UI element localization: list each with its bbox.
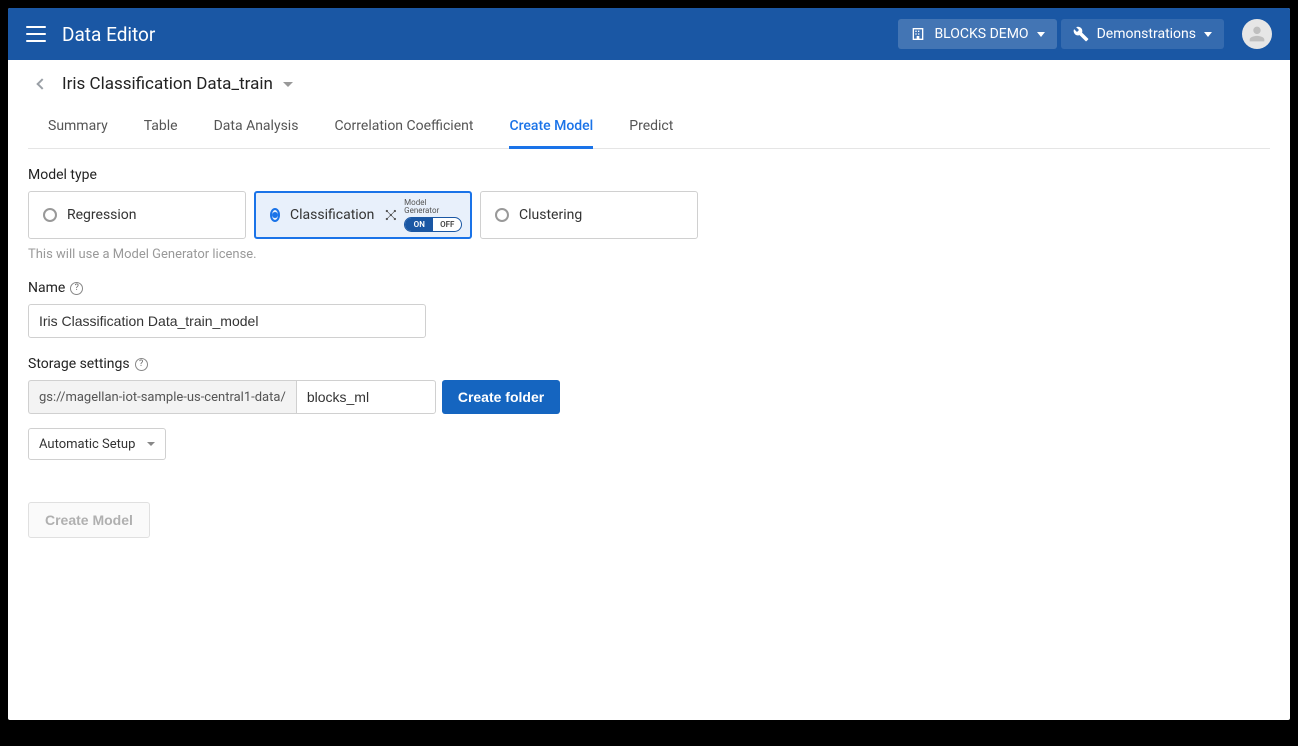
name-label: Name ? bbox=[28, 280, 1270, 296]
setup-select-value: Automatic Setup bbox=[39, 437, 135, 452]
name-input[interactable] bbox=[28, 304, 426, 338]
demos-label: Demonstrations bbox=[1097, 26, 1196, 42]
project-selector[interactable]: BLOCKS DEMO bbox=[898, 19, 1056, 49]
radio-icon bbox=[270, 208, 280, 222]
storage-folder-input[interactable] bbox=[296, 380, 436, 414]
mg-label: Model Generator bbox=[404, 199, 462, 215]
breadcrumb-title: Iris Classification Data_train bbox=[62, 74, 273, 94]
topbar-right: BLOCKS DEMO Demonstrations bbox=[898, 19, 1272, 49]
project-label: BLOCKS DEMO bbox=[934, 26, 1028, 42]
tab-summary[interactable]: Summary bbox=[48, 108, 108, 148]
tab-table[interactable]: Table bbox=[144, 108, 178, 148]
storage-row: gs://magellan-iot-sample-us-central1-dat… bbox=[28, 380, 1270, 414]
demonstrations-button[interactable]: Demonstrations bbox=[1061, 19, 1224, 49]
tabs: Summary Table Data Analysis Correlation … bbox=[28, 108, 1270, 149]
menu-icon[interactable] bbox=[26, 26, 46, 42]
mg-toggle[interactable]: ON OFF bbox=[404, 217, 462, 232]
breadcrumb-dropdown-icon[interactable] bbox=[283, 82, 293, 87]
chevron-down-icon bbox=[147, 442, 155, 446]
clustering-label: Clustering bbox=[519, 207, 582, 223]
avatar[interactable] bbox=[1242, 19, 1272, 49]
help-icon[interactable]: ? bbox=[135, 358, 148, 371]
radio-icon bbox=[43, 208, 57, 222]
tab-correlation[interactable]: Correlation Coefficient bbox=[334, 108, 473, 148]
model-type-label: Model type bbox=[28, 167, 1270, 183]
model-type-clustering[interactable]: Clustering bbox=[480, 191, 698, 239]
model-type-regression[interactable]: Regression bbox=[28, 191, 246, 239]
classification-label: Classification bbox=[290, 207, 374, 223]
radio-icon bbox=[495, 208, 509, 222]
help-icon[interactable]: ? bbox=[70, 282, 83, 295]
tab-create-model[interactable]: Create Model bbox=[509, 108, 593, 149]
toggle-off: OFF bbox=[433, 218, 461, 231]
create-model-button[interactable]: Create Model bbox=[28, 502, 150, 538]
tab-predict[interactable]: Predict bbox=[629, 108, 673, 148]
person-icon bbox=[1246, 23, 1268, 45]
building-icon bbox=[910, 26, 926, 42]
topbar: Data Editor BLOCKS DEMO Demonstrations bbox=[8, 8, 1290, 60]
back-icon[interactable] bbox=[36, 78, 47, 89]
wrench-icon bbox=[1073, 26, 1089, 42]
regression-label: Regression bbox=[67, 207, 137, 223]
license-helper: This will use a Model Generator license. bbox=[28, 247, 1270, 262]
storage-prefix: gs://magellan-iot-sample-us-central1-dat… bbox=[28, 380, 296, 414]
create-folder-button[interactable]: Create folder bbox=[442, 380, 560, 414]
caret-down-icon bbox=[1037, 32, 1045, 37]
name-section: Name ? bbox=[28, 280, 1270, 338]
storage-label: Storage settings ? bbox=[28, 356, 1270, 372]
model-generator-block: Model Generator ON OFF bbox=[384, 199, 462, 232]
network-icon bbox=[384, 208, 398, 222]
caret-down-icon bbox=[1204, 32, 1212, 37]
toggle-on: ON bbox=[405, 218, 433, 231]
setup-select[interactable]: Automatic Setup bbox=[28, 428, 166, 460]
breadcrumb: Iris Classification Data_train bbox=[28, 60, 1270, 104]
model-type-classification[interactable]: Classification Model Generator ON OFF bbox=[254, 191, 472, 239]
model-type-options: Regression Classification Model Generato… bbox=[28, 191, 1270, 239]
content: Iris Classification Data_train Summary T… bbox=[8, 60, 1290, 720]
storage-section: Storage settings ? gs://magellan-iot-sam… bbox=[28, 356, 1270, 460]
tab-data-analysis[interactable]: Data Analysis bbox=[214, 108, 299, 148]
app-frame: Data Editor BLOCKS DEMO Demonstrations I… bbox=[8, 8, 1290, 720]
app-title: Data Editor bbox=[62, 23, 898, 46]
model-type-section: Model type Regression Classification Mod… bbox=[28, 167, 1270, 262]
